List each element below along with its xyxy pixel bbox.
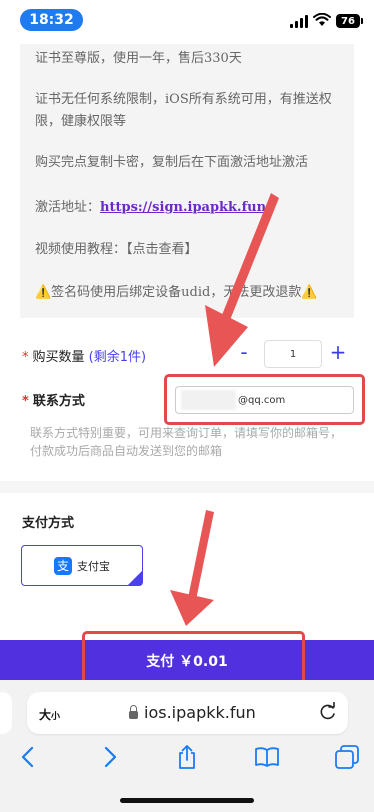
share-icon[interactable] bbox=[174, 744, 200, 770]
section-divider bbox=[0, 481, 374, 493]
wifi-icon bbox=[313, 13, 331, 26]
alipay-option[interactable]: 支 支付宝 ✓ bbox=[21, 545, 154, 586]
tabs-icon[interactable] bbox=[334, 744, 360, 770]
annotation-highlight bbox=[82, 631, 305, 687]
payment-method-title: 支付方式 bbox=[22, 516, 75, 531]
description-line: 购买完点复制卡密，复制后在下面激活地址激活 bbox=[35, 155, 309, 170]
contact-label: 联系方式 bbox=[32, 394, 85, 409]
description-line: 证书至尊版，使用一年，售后330天 bbox=[35, 51, 242, 66]
lock-icon bbox=[129, 704, 138, 719]
quantity-increase-button[interactable]: + bbox=[328, 342, 348, 362]
status-time: 18:32 bbox=[20, 9, 83, 31]
contact-row: * 联系方式 bbox=[22, 390, 85, 409]
product-description: 证书至尊版，使用一年，售后330天 证书无任何系统限制，iOS所有系统可用，有推… bbox=[20, 44, 354, 318]
forward-icon[interactable] bbox=[96, 744, 122, 770]
warning-text: ⚠️签名码使用后绑定设备udid，无法更改退款⚠️ bbox=[35, 285, 318, 300]
remaining-stock: (剩余1件) bbox=[88, 350, 147, 365]
required-mark: * bbox=[22, 350, 29, 365]
quantity-decrease-button[interactable]: - bbox=[234, 342, 254, 362]
selected-check-icon: ✓ bbox=[128, 571, 154, 585]
activation-address-row: 激活地址：https://sign.ipapkk.fun/ bbox=[35, 197, 335, 219]
description-line: 证书无任何系统限制，iOS所有系统可用，有推送权限，健康权限等 bbox=[35, 92, 332, 129]
back-icon[interactable] bbox=[16, 744, 42, 770]
home-indicator bbox=[120, 798, 254, 803]
bookmarks-icon[interactable] bbox=[254, 744, 280, 770]
previous-tab-preview[interactable] bbox=[0, 692, 12, 734]
annotation-highlight bbox=[164, 374, 365, 425]
url-display[interactable]: ios.ipapkk.fun bbox=[129, 703, 256, 722]
quantity-input[interactable]: 1 bbox=[264, 340, 322, 368]
quantity-label: 购买数量 bbox=[32, 350, 85, 365]
activation-address-label: 激活地址： bbox=[35, 200, 101, 215]
quantity-row: * 购买数量 (剩余1件) bbox=[22, 346, 146, 365]
url-text: ios.ipapkk.fun bbox=[144, 703, 256, 722]
reload-icon[interactable] bbox=[318, 702, 338, 722]
video-tutorial-link[interactable]: 视频使用教程：【点击查看】 bbox=[35, 239, 335, 261]
alipay-label: 支付宝 bbox=[77, 559, 110, 573]
battery-icon: 76 bbox=[336, 14, 363, 28]
cellular-signal-icon bbox=[290, 14, 310, 28]
alipay-icon: 支 bbox=[54, 556, 72, 575]
contact-hint: 联系方式特别重要，可用来查询订单，请填写你的邮箱号，付款成功后商品自动发送到您的… bbox=[30, 426, 343, 458]
text-size-button[interactable]: 大小 bbox=[39, 706, 60, 723]
required-mark: * bbox=[22, 394, 29, 409]
activation-link[interactable]: https://sign.ipapkk.fun/ bbox=[100, 200, 271, 215]
